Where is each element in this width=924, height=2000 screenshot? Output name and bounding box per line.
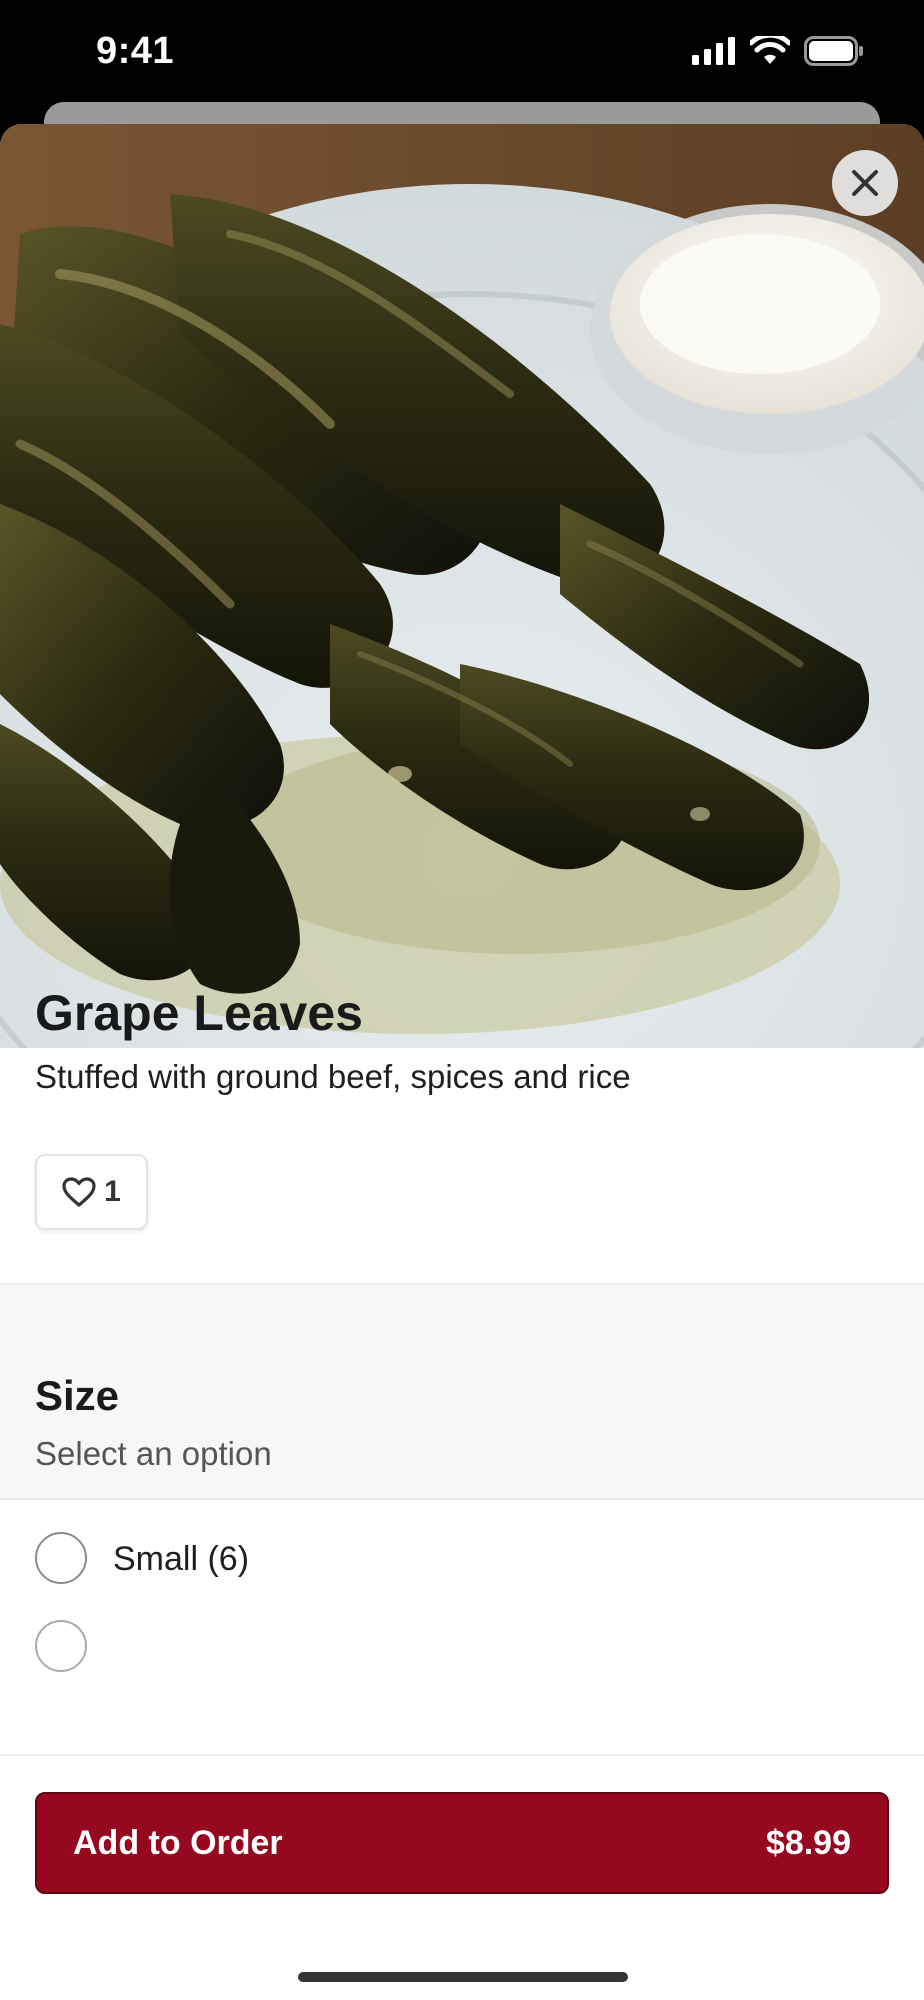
option-small[interactable]: Small (6): [0, 1500, 924, 1620]
like-button[interactable]: 1: [35, 1154, 148, 1230]
item-photo: [0, 124, 924, 1048]
close-icon: [852, 170, 878, 196]
close-button[interactable]: [832, 150, 898, 216]
radio-button[interactable]: [35, 1532, 87, 1584]
wifi-icon: [750, 36, 790, 64]
cellular-signal-icon: [692, 37, 735, 65]
status-bar: 9:41: [0, 0, 924, 100]
add-to-order-button[interactable]: Add to Order $8.99: [35, 1792, 889, 1894]
add-to-order-label: Add to Order: [73, 1823, 283, 1862]
item-title: Grape Leaves: [35, 985, 363, 1041]
battery-icon: [804, 36, 863, 66]
size-section-header: Size Select an option: [0, 1285, 924, 1499]
heart-icon: [62, 1177, 96, 1207]
price-label: $8.99: [765, 1823, 851, 1862]
item-detail-sheet: Grape Leaves Stuffed with ground beef, s…: [0, 124, 924, 2000]
option-label: Small (6): [113, 1540, 250, 1578]
status-time: 9:41: [96, 30, 175, 72]
radio-button[interactable]: [35, 1620, 87, 1672]
item-description: Stuffed with ground beef, spices and ric…: [35, 1058, 631, 1095]
size-title: Size: [35, 1372, 120, 1419]
like-count: 1: [104, 1175, 121, 1208]
status-icons: [692, 36, 864, 66]
order-footer: Add to Order $8.99: [0, 1754, 924, 2000]
home-indicator[interactable]: [298, 1972, 628, 1982]
size-subtitle: Select an option: [35, 1435, 272, 1472]
